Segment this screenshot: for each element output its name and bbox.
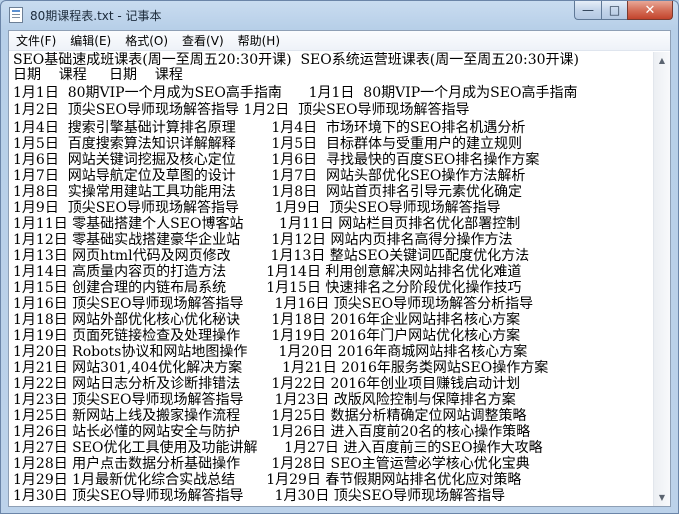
text-line: 1月6日 网站关键词挖掘及核心定位 1月6日 寻找最快的百度SEO排名操作方案 <box>13 152 540 168</box>
text-line: 1月12日 零基础实战搭建豪华企业站 1月12日 网站内页排名高得分操作方法 <box>13 232 513 248</box>
client-area: 文件(F) 编辑(E) 格式(O) 查看(V) 帮助(H) SEO基础速成班课表… <box>8 30 671 507</box>
notepad-window: 80期课程表.txt - 记事本 — □ ✕ 文件(F) 编辑(E) 格式(O)… <box>0 0 679 514</box>
text-line: 1月27日 SEO优化工具使用及功能讲解 1月27日 进入百度前三的SEO操作大… <box>13 440 543 456</box>
menu-bar: 文件(F) 编辑(E) 格式(O) 查看(V) 帮助(H) <box>9 31 670 51</box>
text-line: 1月13日 网页html代码及网页修改 1月13日 整站SEO关键词匹配度优化方… <box>13 248 530 264</box>
caption-buttons: — □ ✕ <box>574 1 673 21</box>
vertical-scrollbar[interactable]: ▲ ▼ <box>653 52 670 506</box>
notepad-icon[interactable] <box>9 7 23 23</box>
text-line: 1月5日 百度搜索算法知识详解解释 1月5日 目标群体与受重用户的建立规则 <box>13 136 523 152</box>
close-button[interactable]: ✕ <box>627 1 673 20</box>
text-line: 1月2日 顶尖SEO导师现场解答指导 1月2日 顶尖SEO导师现场解答指导 <box>13 102 470 118</box>
maximize-button[interactable]: □ <box>601 1 627 20</box>
text-line: 1月14日 高质量内容页的打造方法 1月14日 利用创意解决网站排名优化难道 <box>13 264 522 280</box>
menu-view[interactable]: 查看(V) <box>175 31 231 50</box>
text-line: 1月29日 1月最新优化综合实战总结 1月29日 春节假期网站排名优化应对策略 <box>13 472 522 488</box>
menu-format[interactable]: 格式(O) <box>118 31 175 50</box>
minimize-button[interactable]: — <box>574 1 601 20</box>
text-line: 1月28日 用户点击数据分析基础操作 1月28日 SEO主管运营必学核心优化宝典 <box>13 456 530 472</box>
text-line: 1月20日 Robots协议和网站地图操作 1月20日 2016年商城网站排名核… <box>13 344 528 360</box>
text-line: 1月19日 页面死链接检查及处理操作 1月19日 2016年门户网站优化核心方案 <box>13 328 521 344</box>
text-line: 1月11日 零基础搭建个人SEO博客站 1月11日 网站栏目页排名优化部署控制 <box>13 216 521 232</box>
text-line: 1月21日 网站301,404优化解决方案 1月21日 2016年服务类网站SE… <box>13 360 549 376</box>
menu-file[interactable]: 文件(F) <box>9 31 63 50</box>
text-line: 1月4日 搜索引擎基础计算排名原理 1月4日 市场环境下的SEO排名机遇分析 <box>13 120 526 136</box>
title-bar[interactable]: 80期课程表.txt - 记事本 — □ ✕ <box>1 1 678 30</box>
menu-edit[interactable]: 编辑(E) <box>63 31 118 50</box>
text-line: 1月15日 创建合理的内链布局系统 1月15日 快速排名之分阶段优化操作技巧 <box>13 280 522 296</box>
text-line: 1月1日 80期VIP一个月成为SEO高手指南 1月1日 80期VIP一个月成为… <box>13 85 578 101</box>
text-line: 1月25日 新网站上线及搬家操作流程 1月25日 数据分析精确定位网站调整策略 <box>13 408 527 424</box>
text-line: 1月30日 顶尖SEO导师现场解答指导 1月30日 顶尖SEO导师现场解答指导 <box>13 488 506 504</box>
text-line: 1月16日 顶尖SEO导师现场解答指导 1月16日 顶尖SEO导师现场解答分析指… <box>13 296 534 312</box>
text-line: 日期 课程 日期 课程 <box>13 67 183 83</box>
window-title: 80期课程表.txt - 记事本 <box>30 9 162 23</box>
scroll-down-button[interactable]: ▼ <box>654 489 670 506</box>
text-line: 1月23日 顶尖SEO导师现场解答指导 1月23日 改版风险控制与保障排名方案 <box>13 392 516 408</box>
text-line: 1月8日 实操常用建站工具功能用法 1月8日 网站首页排名引导元素优化确定 <box>13 184 523 200</box>
text-line: 1月7日 网站导航定位及草图的设计 1月7日 网站头部优化SEO操作方法解析 <box>13 168 526 184</box>
scroll-up-button[interactable]: ▲ <box>654 52 670 69</box>
text-line: 1月22日 网站日志分析及诊断排错法 1月22日 2016年创业项目赚钱启动计划 <box>13 376 521 392</box>
text-line: 1月9日 顶尖SEO导师现场解答指导 1月9日 顶尖SEO导师现场解答指导 <box>13 200 501 216</box>
text-line: 1月26日 站长必懂的网站安全与防护 1月26日 进入百度前20名的核心操作策略 <box>13 424 531 440</box>
menu-help[interactable]: 帮助(H) <box>231 31 287 50</box>
text-editor[interactable]: SEO基础速成班课表(周一至周五20:30开课) SEO系统运营班课表(周一至周… <box>9 52 653 506</box>
text-line: 1月18日 网站外部优化核心优化秘诀 1月18日 2016年企业网站排名核心方案 <box>13 312 521 328</box>
